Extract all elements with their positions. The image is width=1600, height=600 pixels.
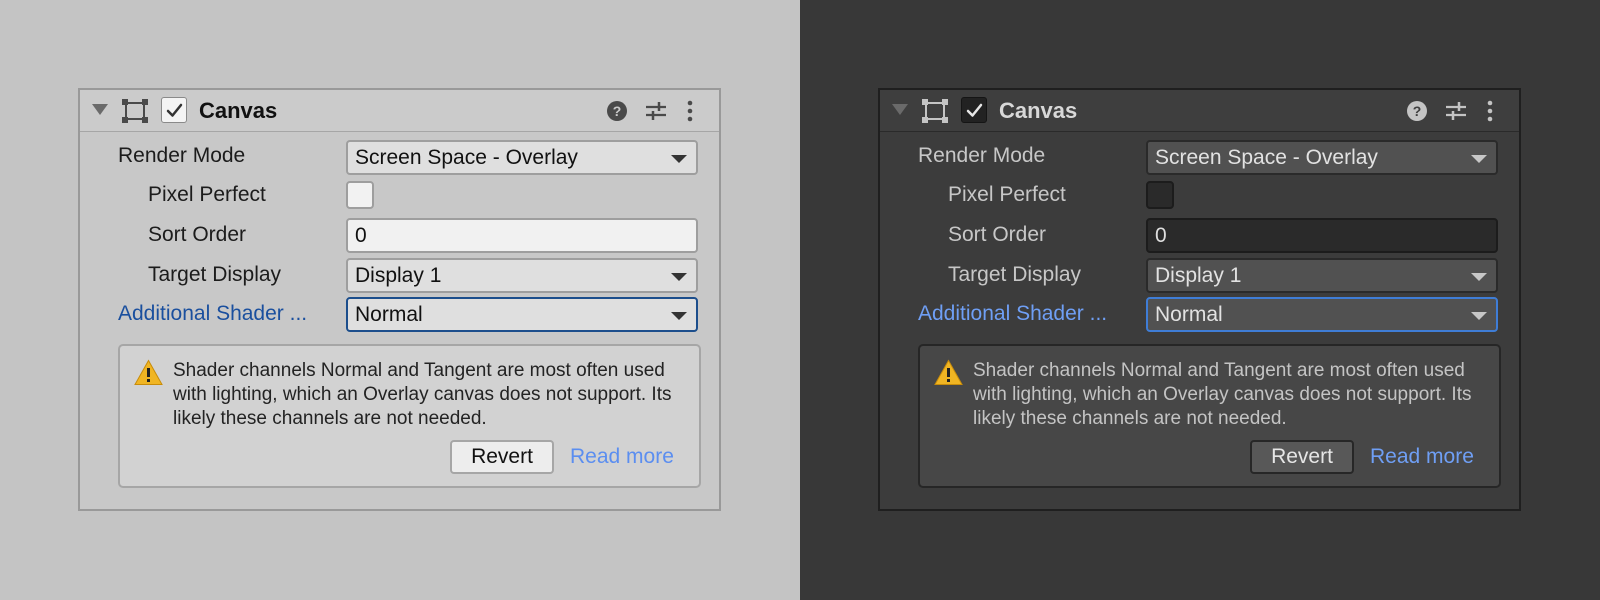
pixel-perfect-checkbox[interactable] bbox=[1146, 181, 1174, 209]
svg-text:?: ? bbox=[613, 103, 622, 119]
preset-icon[interactable] bbox=[644, 99, 668, 123]
chevron-down-icon bbox=[671, 155, 687, 163]
target-display-label: Target Display bbox=[148, 263, 282, 286]
preset-icon[interactable] bbox=[1444, 99, 1468, 123]
additional-shader-value: Normal bbox=[355, 303, 423, 326]
checkmark-icon bbox=[166, 103, 183, 117]
component-header: Canvas ? bbox=[880, 90, 1519, 132]
component-enabled-checkbox[interactable] bbox=[961, 97, 987, 123]
checkmark-icon bbox=[966, 103, 983, 117]
render-mode-label: Render Mode bbox=[118, 144, 246, 167]
foldout-arrow-icon[interactable] bbox=[892, 104, 908, 115]
dark-theme-pane: Canvas ? Render Mode Screen Space - Over… bbox=[800, 0, 1600, 600]
sort-order-value: 0 bbox=[355, 224, 367, 247]
chevron-down-icon bbox=[1471, 312, 1487, 320]
canvas-component-panel: Canvas ? Render Mode Screen Space - Over… bbox=[878, 88, 1521, 511]
additional-shader-value: Normal bbox=[1155, 303, 1223, 326]
sort-order-label: Sort Order bbox=[148, 223, 247, 246]
component-title: Canvas bbox=[999, 98, 1078, 123]
target-display-label: Target Display bbox=[948, 263, 1082, 286]
pixel-perfect-checkbox[interactable] bbox=[346, 181, 374, 209]
chevron-down-icon bbox=[1471, 273, 1487, 281]
read-more-link[interactable]: Read more bbox=[1370, 444, 1474, 470]
render-mode-value: Screen Space - Overlay bbox=[1155, 146, 1378, 169]
sort-order-input[interactable]: 0 bbox=[1146, 218, 1498, 253]
chevron-down-icon bbox=[671, 273, 687, 281]
read-more-link[interactable]: Read more bbox=[570, 444, 674, 470]
render-mode-dropdown[interactable]: Screen Space - Overlay bbox=[346, 140, 698, 175]
pixel-perfect-label: Pixel Perfect bbox=[148, 183, 266, 206]
target-display-dropdown[interactable]: Display 1 bbox=[346, 258, 698, 293]
additional-shader-label: Additional Shader ... bbox=[118, 302, 308, 325]
render-mode-label: Render Mode bbox=[918, 144, 1046, 167]
rect-transform-icon bbox=[121, 98, 149, 124]
warning-icon bbox=[934, 359, 963, 386]
revert-button[interactable]: Revert bbox=[1250, 440, 1354, 474]
render-mode-value: Screen Space - Overlay bbox=[355, 146, 578, 169]
svg-text:?: ? bbox=[1413, 103, 1422, 119]
revert-button[interactable]: Revert bbox=[450, 440, 554, 474]
warning-message: Shader channels Normal and Tangent are m… bbox=[173, 360, 672, 429]
light-theme-pane: Canvas ? Render Mode Screen Space - Over… bbox=[0, 0, 800, 600]
chevron-down-icon bbox=[1471, 155, 1487, 163]
target-display-value: Display 1 bbox=[355, 264, 442, 287]
canvas-component-panel: Canvas ? Render Mode Screen Space - Over… bbox=[78, 88, 721, 511]
warning-helpbox: Shader channels Normal and Tangent are m… bbox=[918, 344, 1501, 488]
sort-order-value: 0 bbox=[1155, 224, 1167, 247]
help-icon[interactable]: ? bbox=[1405, 99, 1429, 123]
help-icon[interactable]: ? bbox=[605, 99, 629, 123]
additional-shader-label: Additional Shader ... bbox=[918, 302, 1108, 325]
foldout-arrow-icon[interactable] bbox=[92, 104, 108, 115]
warning-helpbox: Shader channels Normal and Tangent are m… bbox=[118, 344, 701, 488]
target-display-dropdown[interactable]: Display 1 bbox=[1146, 258, 1498, 293]
context-menu-icon[interactable] bbox=[678, 99, 702, 123]
warning-message: Shader channels Normal and Tangent are m… bbox=[973, 360, 1472, 429]
component-title: Canvas bbox=[199, 98, 278, 123]
component-enabled-checkbox[interactable] bbox=[161, 97, 187, 123]
target-display-value: Display 1 bbox=[1155, 264, 1242, 287]
sort-order-input[interactable]: 0 bbox=[346, 218, 698, 253]
context-menu-icon[interactable] bbox=[1478, 99, 1502, 123]
render-mode-dropdown[interactable]: Screen Space - Overlay bbox=[1146, 140, 1498, 175]
warning-icon bbox=[134, 359, 163, 386]
additional-shader-dropdown[interactable]: Normal bbox=[1146, 297, 1498, 332]
sort-order-label: Sort Order bbox=[948, 223, 1047, 246]
rect-transform-icon bbox=[921, 98, 949, 124]
component-header: Canvas ? bbox=[80, 90, 719, 132]
pixel-perfect-label: Pixel Perfect bbox=[948, 183, 1066, 206]
chevron-down-icon bbox=[671, 312, 687, 320]
additional-shader-dropdown[interactable]: Normal bbox=[346, 297, 698, 332]
